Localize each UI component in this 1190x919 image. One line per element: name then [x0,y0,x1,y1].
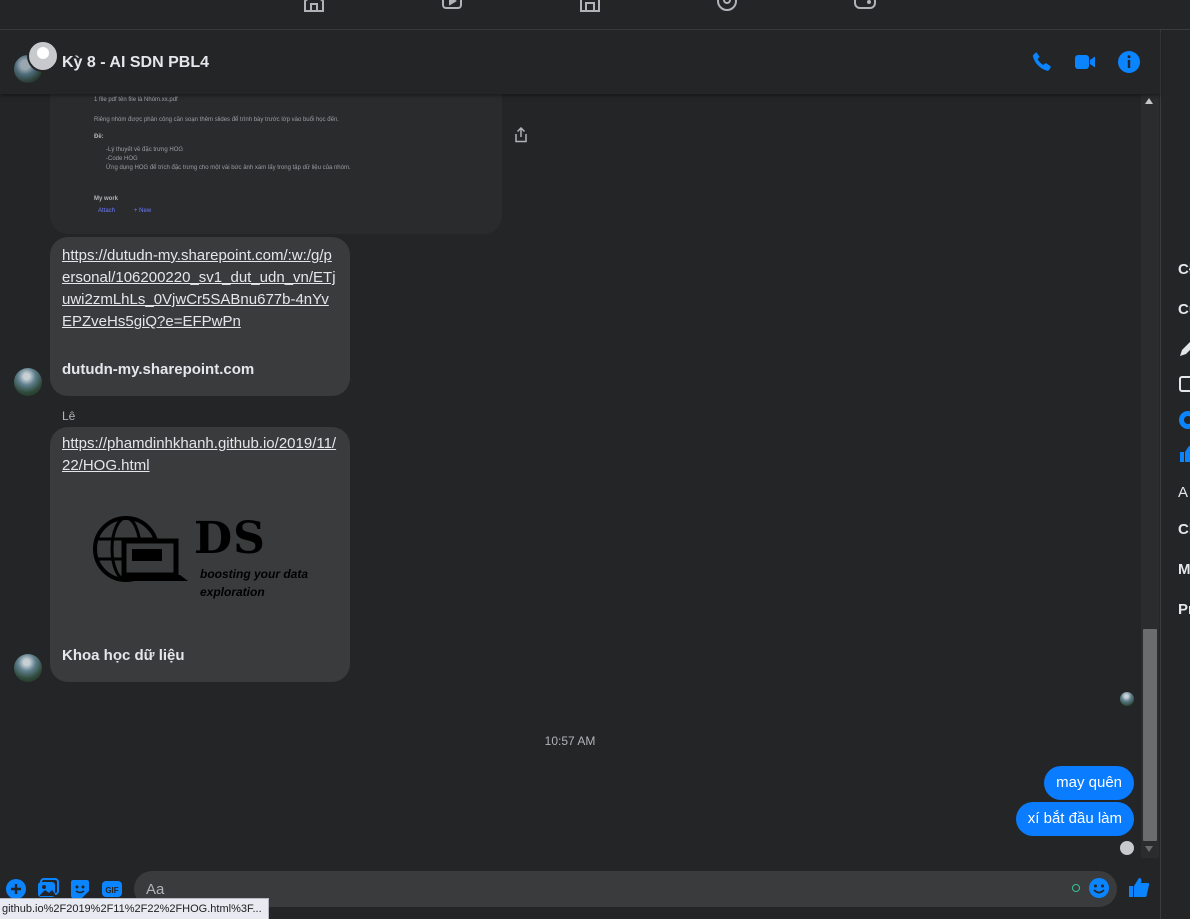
watch-icon[interactable] [441,0,463,12]
doc-line: Đề: [94,134,104,140]
logo-tagline: boosting your data [200,567,308,581]
share-icon[interactable] [514,126,528,143]
scroll-down-arrow[interactable] [1145,846,1153,852]
seen-avatar [1120,841,1134,855]
read-receipt-avatar [1120,692,1134,706]
top-nav-bar [0,0,1190,30]
logo-tagline: exploration [200,585,265,599]
photo-icon[interactable] [1178,374,1190,394]
gif-icon[interactable]: GIF [101,878,123,900]
emoji-icon[interactable] [1088,877,1110,899]
sender-avatar[interactable] [14,368,42,396]
hog-link[interactable]: https://phamdinhkhanh.github.io/2019/11/… [62,433,338,477]
ds-logo: DS [194,513,266,564]
phone-icon[interactable] [1030,50,1054,74]
panel-item[interactable]: M [1178,561,1190,578]
panel-item[interactable]: A [1178,484,1188,501]
panel-item[interactable]: Cl [1178,521,1190,538]
scrollbar[interactable] [1141,94,1159,858]
my-message[interactable]: may quên [1044,766,1134,800]
scroll-up-arrow[interactable] [1145,98,1153,104]
attach-link[interactable]: Attach [98,208,115,214]
groups-icon[interactable] [716,0,738,12]
marketplace-icon[interactable] [579,0,601,12]
sender-avatar[interactable] [14,654,42,682]
document-preview[interactable]: 1 file pdf tên file là Nhóm.xx.pdf Riêng… [50,94,502,234]
chat-title[interactable]: Kỳ 8 - AI SDN PBL4 [62,54,209,72]
link-preview-image[interactable]: DS boosting your data exploration [92,515,322,607]
panel-item[interactable]: Pr [1178,601,1190,618]
my-message[interactable]: xí bắt đầu làm [1015,802,1134,836]
link-message[interactable]: https://dutudn-my.sharepoint.com/:w:/g/p… [50,237,350,396]
group-avatar[interactable] [13,40,59,84]
home-icon[interactable] [303,0,325,12]
doc-line: My work [94,196,119,202]
url-status-bar: github.io%2F2019%2F11%2F22%2FHOG.html%3F… [0,898,269,919]
message-list[interactable]: 1 file pdf tên file là Nhóm.xx.pdf Riêng… [0,94,1140,864]
doc-line: -Code HOG [106,156,138,162]
link-title: Khoa học dữ liệu [62,647,185,664]
chat-header: Kỳ 8 - AI SDN PBL4 [0,30,1160,94]
member-avatar [27,40,59,72]
info-icon[interactable] [1117,50,1141,74]
right-info-panel: Cł Cu A Cl M Pr [1160,30,1190,919]
sticker-icon[interactable] [69,878,91,900]
video-icon[interactable] [1073,50,1097,74]
new-link[interactable]: + New [134,208,151,214]
link-domain: dutudn-my.sharepoint.com [62,361,255,378]
sender-name: Lê [62,409,76,423]
sharepoint-link[interactable]: https://dutudn-my.sharepoint.com/:w:/g/p… [62,245,338,333]
like-icon[interactable] [1127,876,1151,900]
globe-laptop-icon [93,516,188,582]
doc-line: -Lý thuyết về đặc trưng HOG [106,147,184,153]
edit-icon[interactable] [1178,338,1190,358]
panel-item[interactable]: Cu [1178,301,1190,318]
doc-line: Riêng nhóm được phân công cần soạn thêm … [94,117,339,123]
scroll-thumb[interactable] [1143,629,1157,841]
message-input[interactable] [134,871,1117,907]
theme-icon[interactable] [1178,410,1190,430]
add-icon[interactable] [5,878,27,900]
like-icon[interactable] [1178,444,1190,464]
link-message[interactable]: https://phamdinhkhanh.github.io/2019/11/… [50,427,350,682]
status-indicator [1072,884,1080,892]
doc-line: Ứng dụng HOG để trích đặc trưng cho một … [106,165,351,171]
photo-icon[interactable] [37,878,59,900]
doc-line: 1 file pdf tên file là Nhóm.xx.pdf [94,97,178,103]
gif-label: GIF [105,886,118,895]
gaming-icon[interactable] [854,0,876,12]
timestamp: 10:57 AM [544,734,596,748]
panel-item[interactable]: Cł [1178,261,1190,278]
